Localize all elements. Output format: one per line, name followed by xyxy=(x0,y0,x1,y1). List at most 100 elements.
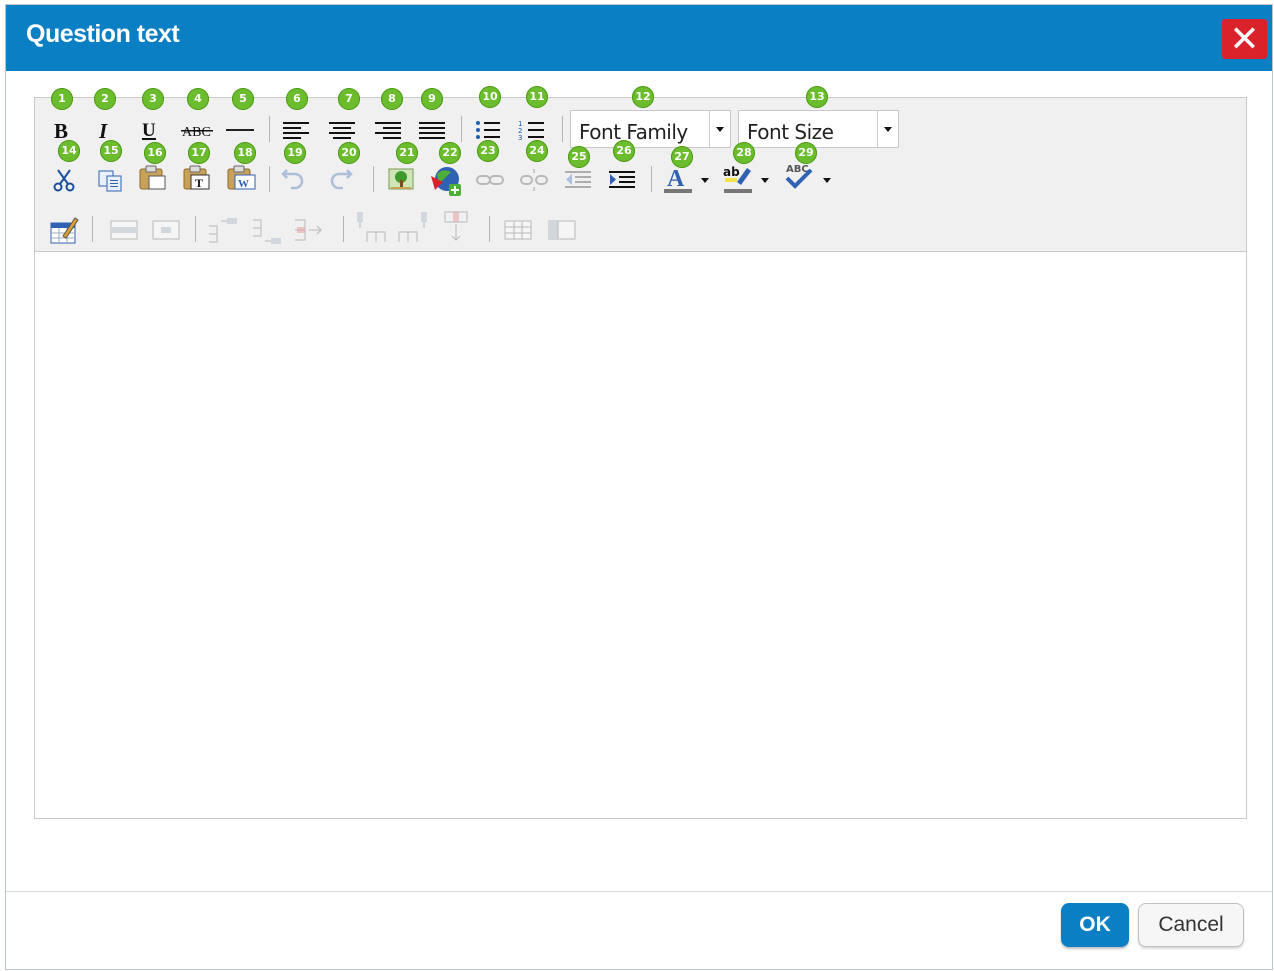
outdent-icon[interactable] xyxy=(563,168,593,192)
indent-icon[interactable] xyxy=(607,168,637,192)
font-size-select[interactable]: Font Size xyxy=(738,110,899,148)
cut-icon[interactable] xyxy=(52,168,76,192)
dialog-title: Question text xyxy=(26,20,180,48)
undo-icon[interactable] xyxy=(281,168,305,192)
chevron-down-icon[interactable] xyxy=(699,168,711,192)
insert-media-icon[interactable] xyxy=(429,164,463,196)
badge-10: 10 xyxy=(479,86,501,108)
align-left-icon[interactable] xyxy=(281,118,311,142)
bullet-list-icon[interactable] xyxy=(473,118,503,142)
chevron-down-icon[interactable] xyxy=(877,111,898,147)
toolbar-separator xyxy=(489,216,490,242)
align-justify-icon[interactable] xyxy=(417,118,447,142)
highlight-color-icon[interactable]: ab xyxy=(723,164,753,194)
font-size-label: Font Size xyxy=(747,120,834,144)
svg-text:ab: ab xyxy=(723,165,740,179)
badge-27: 27 xyxy=(671,146,693,168)
badge-14: 14 xyxy=(58,140,80,162)
paste-icon[interactable] xyxy=(137,165,169,190)
editor-toolbar: B I U ABC 1 2 3 Font Family Font Size T … xyxy=(35,86,1246,276)
badge-2: 2 xyxy=(94,88,116,110)
align-right-icon[interactable] xyxy=(373,118,403,142)
table-row-properties-icon[interactable] xyxy=(109,218,139,242)
font-family-label: Font Family xyxy=(579,120,688,144)
insert-column-after-icon[interactable] xyxy=(397,210,431,244)
unlink-icon[interactable] xyxy=(519,168,549,192)
link-icon[interactable] xyxy=(475,168,505,192)
delete-column-icon[interactable] xyxy=(441,210,471,244)
badge-13: 13 xyxy=(806,86,828,108)
svg-text:I: I xyxy=(98,119,108,141)
horizontal-rule-icon[interactable] xyxy=(225,118,255,142)
split-cells-icon[interactable] xyxy=(503,218,533,242)
toolbar-separator xyxy=(269,166,270,192)
badge-8: 8 xyxy=(381,88,403,110)
ok-button[interactable]: OK xyxy=(1061,903,1129,947)
paste-text-icon[interactable]: T xyxy=(181,165,213,190)
badge-9: 9 xyxy=(421,88,443,110)
spellcheck-icon[interactable]: ABC xyxy=(783,162,815,192)
footer-divider xyxy=(6,891,1272,892)
insert-table-icon[interactable] xyxy=(49,216,79,246)
svg-text:W: W xyxy=(238,178,249,190)
numbered-list-icon[interactable]: 123 xyxy=(517,118,547,142)
dialog-titlebar: Question text ✕ xyxy=(6,5,1272,71)
chevron-down-icon[interactable] xyxy=(759,168,771,192)
toolbar-separator xyxy=(92,216,93,242)
redo-icon[interactable] xyxy=(329,168,353,192)
toolbar-separator xyxy=(651,166,652,192)
badge-5: 5 xyxy=(232,88,254,110)
chevron-down-icon[interactable] xyxy=(821,168,833,192)
bold-icon[interactable]: B xyxy=(49,118,73,142)
badge-29: 29 xyxy=(795,142,817,164)
badge-22: 22 xyxy=(439,142,461,164)
svg-text:B: B xyxy=(54,119,68,141)
text-color-icon[interactable]: A xyxy=(663,164,693,194)
badge-20: 20 xyxy=(338,142,360,164)
badge-3: 3 xyxy=(142,88,164,110)
question-text-dialog: Question text ✕ B I U ABC 1 2 3 Font Fam… xyxy=(5,4,1273,970)
badge-23: 23 xyxy=(477,140,499,162)
badge-6: 6 xyxy=(286,88,308,110)
paste-word-icon[interactable]: W xyxy=(225,165,257,190)
badge-12: 12 xyxy=(632,86,654,108)
font-family-select[interactable]: Font Family xyxy=(570,110,731,148)
insert-row-after-icon[interactable] xyxy=(251,218,285,246)
chevron-down-icon[interactable] xyxy=(709,111,730,147)
toolbar-separator xyxy=(195,216,196,242)
badge-28: 28 xyxy=(733,142,755,164)
toolbar-separator xyxy=(269,116,270,142)
toolbar-separator xyxy=(343,216,344,242)
rich-text-editor: B I U ABC 1 2 3 Font Family Font Size T … xyxy=(34,86,1247,819)
svg-text:T: T xyxy=(195,176,203,190)
badge-24: 24 xyxy=(526,140,548,162)
toolbar-separator xyxy=(373,166,374,192)
strikethrough-icon[interactable]: ABC xyxy=(181,118,213,142)
toolbar-separator xyxy=(562,116,563,142)
merge-cells-icon[interactable] xyxy=(547,218,577,242)
italic-icon[interactable]: I xyxy=(93,118,117,142)
badge-17: 17 xyxy=(188,142,210,164)
badge-25: 25 xyxy=(568,146,590,168)
insert-column-before-icon[interactable] xyxy=(353,210,387,244)
badge-16: 16 xyxy=(144,142,166,164)
badge-7: 7 xyxy=(338,88,360,110)
table-cell-properties-icon[interactable] xyxy=(151,218,181,242)
svg-text:3: 3 xyxy=(518,134,522,141)
editor-content-area[interactable] xyxy=(35,252,1246,818)
delete-row-icon[interactable] xyxy=(293,218,327,246)
align-center-icon[interactable] xyxy=(327,118,357,142)
underline-icon[interactable]: U xyxy=(137,118,161,142)
svg-text:A: A xyxy=(667,166,685,192)
insert-image-icon[interactable] xyxy=(387,166,415,194)
badge-19: 19 xyxy=(284,142,306,164)
close-icon[interactable]: ✕ xyxy=(1222,19,1267,59)
copy-icon[interactable] xyxy=(96,168,126,192)
badge-11: 11 xyxy=(526,86,548,108)
badge-18: 18 xyxy=(234,142,256,164)
cancel-button[interactable]: Cancel xyxy=(1138,903,1244,947)
badge-1: 1 xyxy=(51,88,73,110)
insert-row-before-icon[interactable] xyxy=(207,216,241,244)
badge-21: 21 xyxy=(396,142,418,164)
badge-15: 15 xyxy=(100,140,122,162)
